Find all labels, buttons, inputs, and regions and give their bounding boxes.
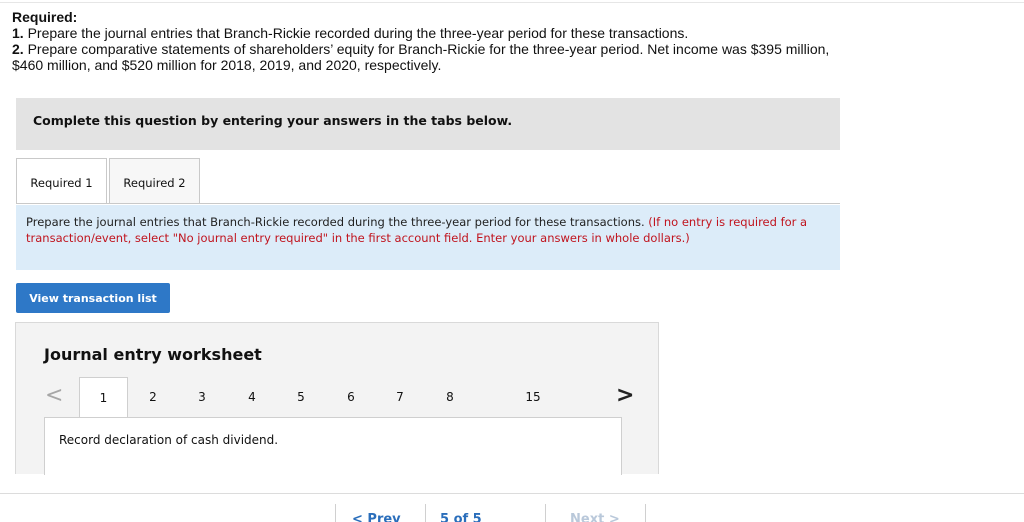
required-item-2-continued: $460 million, and $520 million for 2018,… bbox=[12, 57, 442, 73]
worksheet-title: Journal entry worksheet bbox=[44, 345, 262, 364]
nav-separator bbox=[545, 504, 546, 522]
question-count: 5 of 5 bbox=[440, 512, 482, 522]
pager-page-15[interactable]: 15 bbox=[518, 390, 548, 404]
tab-required-1[interactable]: Required 1 bbox=[16, 158, 107, 204]
pager-page-2[interactable]: 2 bbox=[138, 390, 168, 404]
top-divider bbox=[0, 2, 1024, 3]
required-section: Required: 1. Prepare the journal entries… bbox=[12, 9, 1012, 73]
pager-page-4[interactable]: 4 bbox=[237, 390, 267, 404]
pager-next-icon[interactable]: > bbox=[616, 383, 634, 408]
worksheet-pager: < 1 2 3 4 5 6 7 8 15 > bbox=[16, 377, 658, 419]
tab-divider bbox=[16, 203, 840, 204]
entry-description: Record declaration of cash dividend. bbox=[59, 433, 279, 447]
entry-description-box: Record declaration of cash dividend. bbox=[44, 417, 622, 475]
journal-entry-worksheet: Journal entry worksheet < 1 2 3 4 5 6 7 … bbox=[15, 322, 659, 475]
instructions-panel: Prepare the journal entries that Branch-… bbox=[16, 205, 840, 270]
pager-page-5[interactable]: 5 bbox=[286, 390, 316, 404]
required-item-2-number: 2. bbox=[12, 41, 24, 57]
required-item-2-text: Prepare comparative statements of shareh… bbox=[23, 41, 830, 57]
instruction-bar: Complete this question by entering your … bbox=[16, 98, 840, 150]
view-transaction-list-button[interactable]: View transaction list bbox=[16, 283, 170, 313]
pager-page-3[interactable]: 3 bbox=[187, 390, 217, 404]
instruction-text: Complete this question by entering your … bbox=[33, 113, 513, 128]
pager-page-8[interactable]: 8 bbox=[435, 390, 465, 404]
nav-separator bbox=[335, 504, 336, 522]
required-item-1-number: 1. bbox=[12, 25, 24, 41]
instructions-text: Prepare the journal entries that Branch-… bbox=[26, 215, 645, 229]
required-heading: Required: bbox=[12, 9, 78, 25]
pager-page-6[interactable]: 6 bbox=[336, 390, 366, 404]
pager-page-1[interactable]: 1 bbox=[79, 377, 128, 417]
grid-icon[interactable] bbox=[510, 514, 528, 522]
required-item-1: 1. Prepare the journal entries that Bran… bbox=[12, 25, 1012, 41]
pager-page-7[interactable]: 7 bbox=[385, 390, 415, 404]
nav-separator bbox=[645, 504, 646, 522]
pager-prev-icon[interactable]: < bbox=[45, 383, 63, 408]
required-item-1-text: Prepare the journal entries that Branch-… bbox=[23, 25, 689, 41]
prev-question-button[interactable]: < Prev bbox=[352, 512, 401, 522]
next-question-button[interactable]: Next > bbox=[570, 512, 620, 522]
nav-separator bbox=[425, 504, 426, 522]
required-item-2: 2. Prepare comparative statements of sha… bbox=[12, 41, 1012, 57]
question-navigation: < Prev 5 of 5 Next > bbox=[0, 494, 1024, 522]
tab-required-2[interactable]: Required 2 bbox=[109, 158, 200, 204]
